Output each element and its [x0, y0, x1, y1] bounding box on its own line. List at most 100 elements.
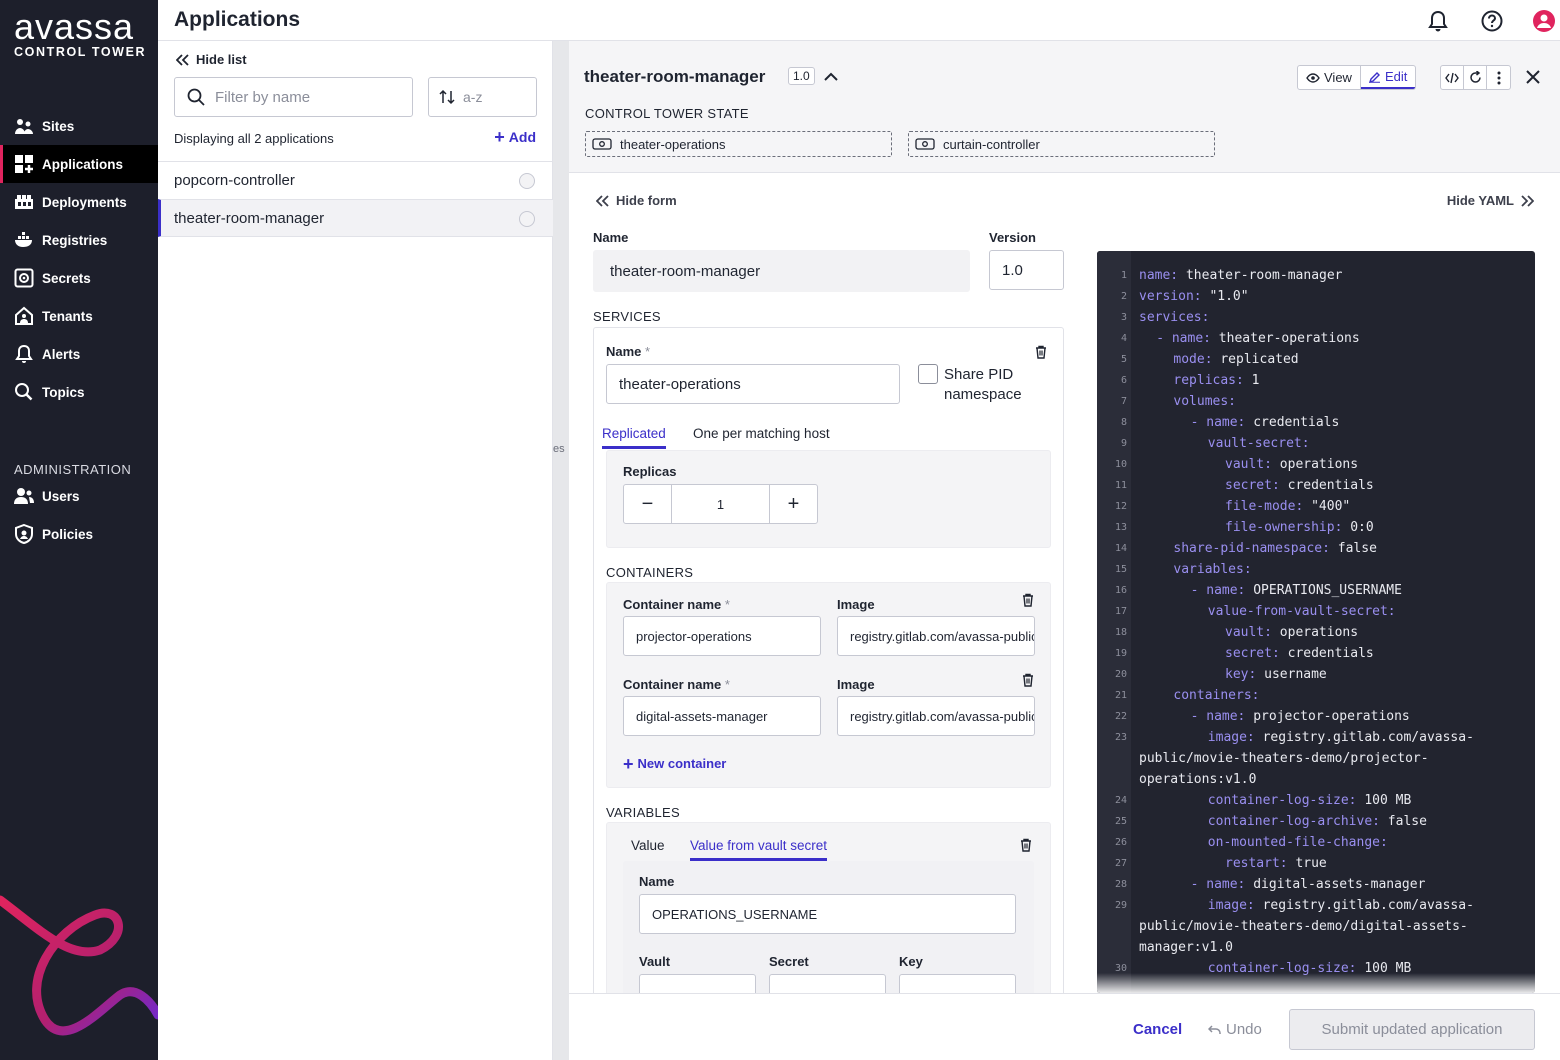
users-icon	[14, 486, 34, 506]
status-dot	[519, 173, 535, 189]
yaml-key: name:	[1171, 331, 1211, 346]
yaml-code: secret: credentials	[1225, 475, 1374, 496]
help-icon[interactable]	[1480, 9, 1504, 33]
nav-item-applications[interactable]: Applications	[0, 145, 158, 183]
cancel-button[interactable]: Cancel	[1133, 1021, 1182, 1038]
search-icon	[187, 88, 205, 106]
yaml-value: public/movie-theaters-demo/projector-	[1139, 751, 1429, 766]
trash-icon[interactable]	[1021, 673, 1035, 687]
yaml-value: true	[1287, 856, 1327, 871]
new-container-button[interactable]: + New container	[623, 755, 726, 773]
nav-item-secrets[interactable]: Secrets	[0, 259, 158, 297]
service-icon	[915, 138, 935, 150]
trash-icon[interactable]	[1019, 838, 1033, 852]
chevron-up-icon[interactable]	[821, 67, 841, 87]
undo-button[interactable]: Undo	[1208, 1021, 1262, 1038]
yaml-key: container-log-archive:	[1207, 814, 1380, 829]
refresh-button[interactable]	[1464, 66, 1487, 89]
nav-item-tenants[interactable]: Tenants	[0, 297, 158, 335]
key-field[interactable]	[899, 974, 1016, 993]
yaml-code: container-log-archive: false	[1208, 811, 1427, 832]
hide-yaml-button[interactable]: Hide YAML	[1447, 193, 1534, 208]
action-buttons	[1440, 65, 1511, 90]
service-name-label: Name *	[606, 344, 650, 359]
nav-item-alerts[interactable]: Alerts	[0, 335, 158, 373]
yaml-code: manager:v1.0	[1139, 937, 1233, 958]
more-options-button[interactable]	[1487, 66, 1510, 89]
yaml-line: 6 replicas: 1	[1097, 370, 1535, 391]
filter-input[interactable]	[215, 88, 395, 106]
version-field[interactable]: 1.0	[989, 250, 1064, 290]
yaml-line-number: 15	[1114, 564, 1127, 575]
secret-field[interactable]	[769, 974, 886, 993]
yaml-line: 3 services:	[1097, 307, 1535, 328]
add-application-button[interactable]: + Add	[494, 128, 536, 146]
tab-value[interactable]: Value	[631, 838, 665, 858]
yaml-line: 19 secret: credentials	[1097, 643, 1535, 664]
yaml-value: false	[1329, 541, 1377, 556]
yaml-value: theater-operations	[1210, 331, 1360, 346]
tab-one-per-matching-host[interactable]: One per matching host	[693, 426, 830, 446]
registries-icon	[14, 230, 34, 250]
share-pid-checkbox[interactable]	[918, 364, 938, 384]
hide-form-button[interactable]: Hide form	[596, 193, 677, 208]
sort-select[interactable]: a-z	[428, 77, 537, 117]
trash-icon[interactable]	[1021, 593, 1035, 607]
container-name-field[interactable]: digital-assets-manager	[623, 696, 821, 736]
hide-list-button[interactable]: Hide list	[176, 52, 247, 67]
nav-item-policies[interactable]: Policies	[0, 515, 158, 553]
nav-item-registries[interactable]: Registries	[0, 221, 158, 259]
increment-button[interactable]: +	[770, 485, 817, 523]
container-image-field[interactable]: registry.gitlab.com/avassa-public/movie-…	[837, 616, 1035, 656]
service-card: Name * theater-operations Share PID name…	[593, 327, 1064, 993]
yaml-line: 15 variables:	[1097, 559, 1535, 580]
yaml-line-number: 8	[1120, 417, 1127, 428]
tenants-icon	[14, 306, 34, 326]
nav-item-users[interactable]: Users	[0, 477, 158, 515]
application-list-panel: Hide list a-z Displaying all 2 applicati…	[158, 41, 553, 1060]
yaml-key: container-log-size:	[1207, 793, 1357, 808]
yaml-key: on-mounted-file-change:	[1207, 835, 1388, 850]
tab-value-from-vault-secret[interactable]: Value from vault secret	[690, 838, 828, 861]
yaml-line: 13 file-ownership: 0:0	[1097, 517, 1535, 538]
list-item[interactable]: theater-room-manager	[158, 199, 553, 237]
service-state-chip[interactable]: curtain-controller	[908, 131, 1215, 157]
vault-field[interactable]	[639, 974, 756, 993]
replicas-value[interactable]: 1	[671, 485, 770, 523]
container-name-label-text: Container name	[623, 597, 722, 612]
variable-name-field[interactable]: OPERATIONS_USERNAME	[639, 894, 1016, 934]
decrement-button[interactable]: −	[624, 485, 671, 523]
view-button[interactable]: View	[1298, 66, 1361, 89]
yaml-key: key:	[1225, 667, 1257, 682]
container-name-label-text: Container name	[623, 677, 722, 692]
service-name-field[interactable]: theater-operations	[606, 364, 900, 404]
yaml-code: operations:v1.0	[1139, 769, 1256, 790]
service-state-chip[interactable]: theater-operations	[585, 131, 892, 157]
submit-button[interactable]: Submit updated application	[1289, 1009, 1535, 1050]
tab-replicated[interactable]: Replicated	[602, 426, 666, 449]
yaml-editor[interactable]: 1 name: theater-room-manager 2 version: "1.…	[1097, 251, 1535, 993]
map-background[interactable]: es	[553, 41, 569, 1060]
bell-icon[interactable]	[1426, 9, 1450, 33]
list-item[interactable]: popcorn-controller	[158, 161, 553, 199]
yaml-line-number: 3	[1120, 312, 1127, 323]
yaml-key: name:	[1206, 709, 1246, 724]
edit-button[interactable]: Edit	[1360, 66, 1416, 89]
logo[interactable]: avassa CONTROL TOWER	[14, 9, 146, 60]
app-name-field[interactable]: theater-room-manager	[593, 250, 970, 292]
variables-heading: VARIABLES	[606, 805, 680, 820]
yaml-code: restart: true	[1225, 853, 1327, 874]
close-icon[interactable]	[1521, 65, 1545, 89]
nav-item-label: Policies	[42, 526, 94, 542]
code-view-button[interactable]	[1441, 66, 1464, 89]
user-avatar-icon[interactable]	[1532, 9, 1556, 33]
container-image-field[interactable]: registry.gitlab.com/avassa-public/movie-…	[837, 696, 1035, 736]
trash-icon[interactable]	[1034, 345, 1048, 359]
yaml-line: 28 - name: digital-assets-manager	[1097, 874, 1535, 895]
container-name-field[interactable]: projector-operations	[623, 616, 821, 656]
nav-item-topics[interactable]: Topics	[0, 373, 158, 411]
nav-item-deployments[interactable]: Deployments	[0, 183, 158, 221]
nav-item-sites[interactable]: Sites	[0, 107, 158, 145]
refresh-icon	[1469, 71, 1481, 83]
yaml-line: 22 - name: projector-operations	[1097, 706, 1535, 727]
